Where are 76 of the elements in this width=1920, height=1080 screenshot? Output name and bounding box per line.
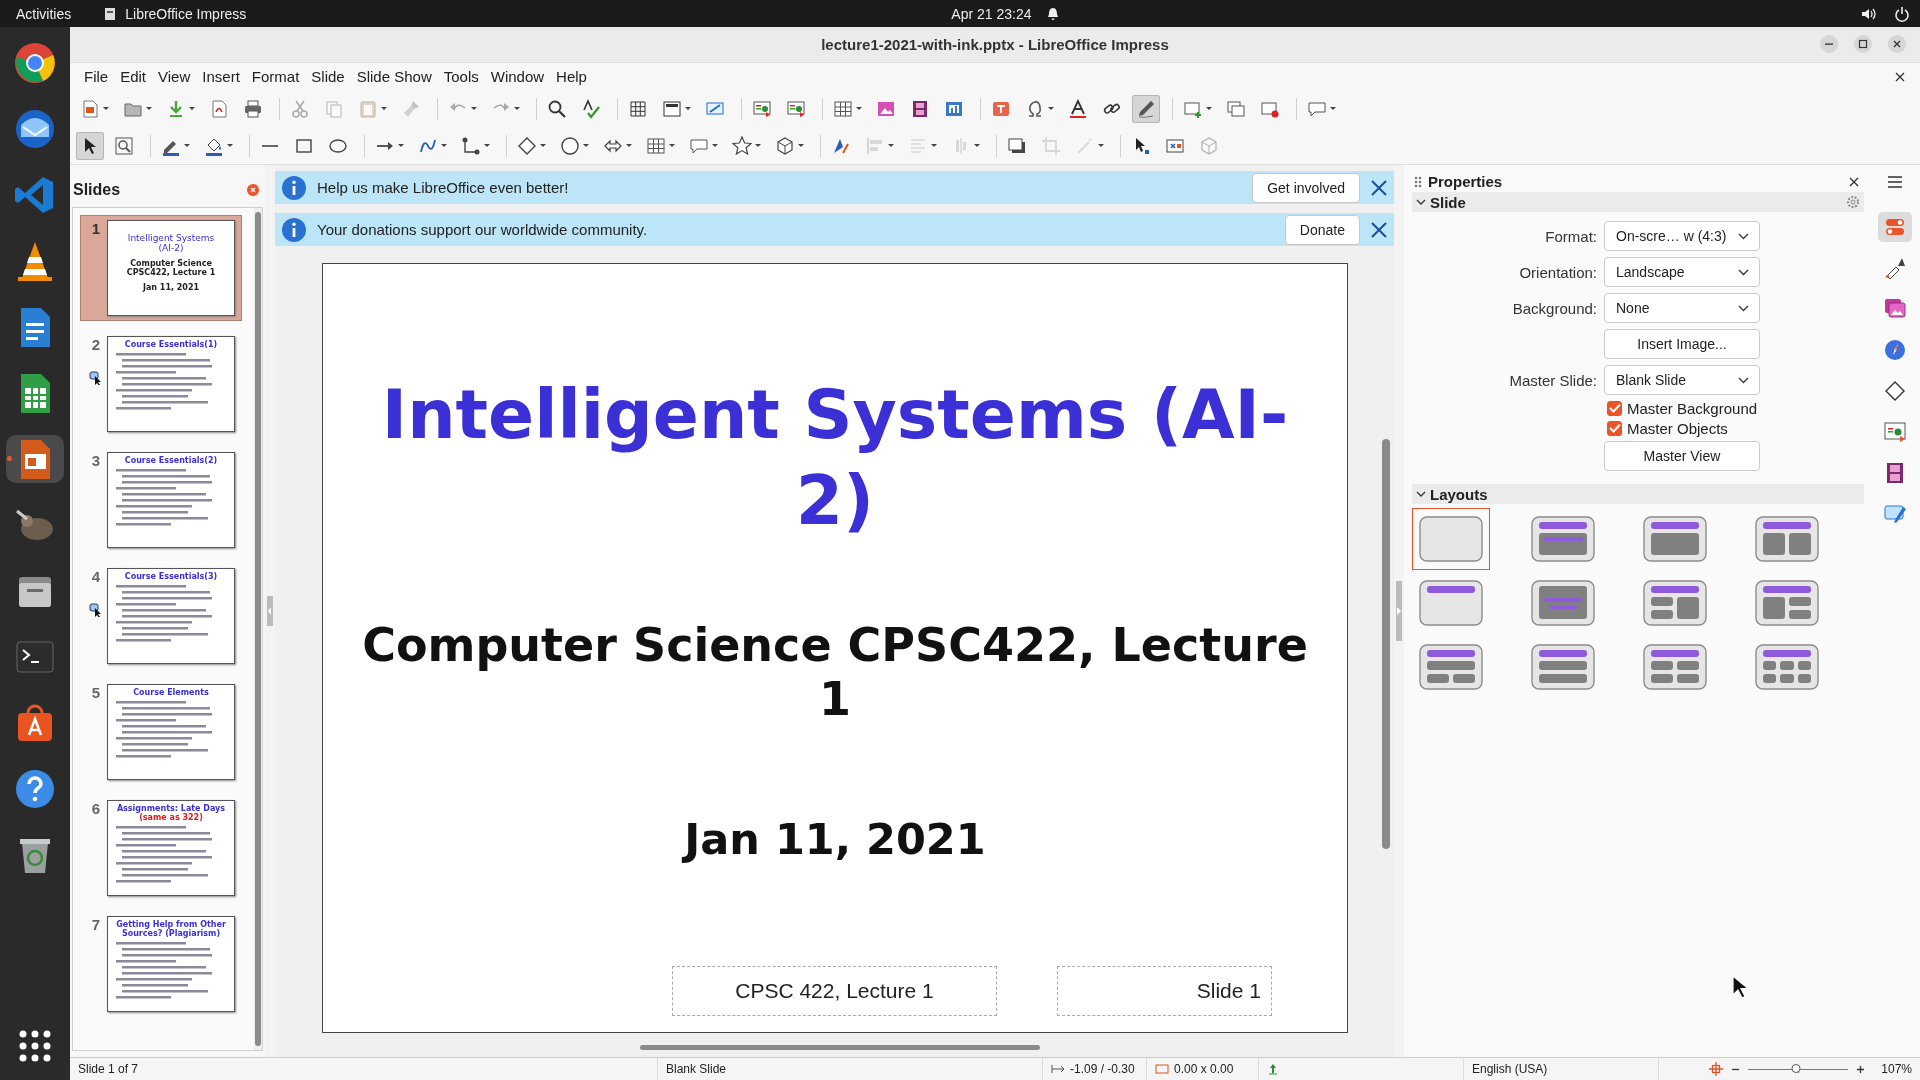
slide-number: 4 (91, 568, 101, 585)
menu-item[interactable]: Format (245, 65, 306, 88)
slide-thumbnail[interactable]: Course Elements (107, 684, 235, 780)
sidebar-button[interactable]: Insert Image... (1604, 329, 1760, 359)
thumbnail-subtitle: Computer Science CPSC422, Lecture 1 (125, 259, 217, 277)
thumbnail-title: Course Essentials(1) (124, 341, 218, 350)
slide-list-item[interactable]: 1 Intelligent Systems (AI-2) Computer Science CPSC422, Lecture 1 Jan 11, 2021 (81, 216, 241, 320)
slide-list-item[interactable]: 5 Course Elements (81, 680, 241, 784)
status-text: Slide 1 of 7 (70, 1058, 658, 1080)
info-message: Help us make LibreOffice even better! (317, 179, 570, 196)
footer-placeholder[interactable]: CPSC 422, Lecture 1 (672, 966, 997, 1016)
menu-item[interactable]: Tools (437, 65, 485, 88)
slide-number-placeholder[interactable]: Slide 1 (1057, 966, 1272, 1016)
field-label: Master Slide: (1509, 371, 1597, 389)
info-message: Your donations support our worldwide community. (317, 221, 649, 238)
slide-thumbnail[interactable]: Course Essentials(2) (107, 452, 235, 548)
field-label: Background: (1512, 299, 1597, 317)
slide-thumbnail[interactable]: Course Essentials(1) (107, 336, 235, 432)
thumbnail-title: Getting Help from Other Sources? (Plagiarism) (115, 921, 227, 939)
checkbox-label: Master Objects (1627, 419, 1728, 437)
slide-thumbnail[interactable]: Course Essentials(3) (107, 568, 235, 664)
slide-list-item[interactable]: 2 Course Essentials(1) (81, 332, 241, 436)
slide-number: 3 (91, 452, 101, 469)
menu-item[interactable]: View (152, 65, 197, 88)
panel-title: Slides (73, 181, 121, 199)
slide-list-item[interactable]: 3 Course Essentials(2) (81, 448, 241, 552)
slide-list-item[interactable]: 4 Course Essentials(3) (81, 564, 241, 668)
slide-number: 7 (91, 916, 101, 933)
field-label: Orientation: (1519, 263, 1597, 281)
section-title: Layouts (1430, 485, 1489, 503)
app-name[interactable]: LibreOffice Impress (125, 5, 247, 22)
slide-number: 6 (91, 800, 101, 817)
slide-thumbnail[interactable]: Assignments: Late Days (same as 322) (107, 800, 235, 896)
slide-number: 1 (91, 220, 101, 237)
info-button[interactable]: Donate (1284, 214, 1360, 245)
info-button[interactable]: Get involved (1252, 172, 1360, 203)
status-text: English (USA) (1464, 1058, 1659, 1080)
slide-number: 2 (91, 336, 101, 353)
menu-item[interactable]: Slide (305, 65, 351, 88)
slide-title[interactable]: Intelligent Systems (AI-2) (365, 372, 1305, 544)
field-label: Format: (1545, 227, 1597, 245)
slide-thumbnail[interactable]: Intelligent Systems (AI-2) Computer Science CPSC422, Lecture 1 Jan 11, 2021 (107, 220, 235, 316)
thumbnail-title: Assignments: Late Days (same as 322) (115, 805, 227, 823)
slide-list-item[interactable]: 7 Getting Help from Other Sources? (Plagiarism) (81, 912, 241, 1016)
thumbnail-title: Intelligent Systems (AI-2) (126, 233, 216, 253)
menu-item[interactable]: Help (550, 65, 593, 88)
section-header[interactable]: Layouts (1412, 484, 1864, 504)
thumbnail-date: Jan 11, 2021 (142, 283, 200, 292)
section-title: Slide (1430, 193, 1467, 211)
clock[interactable]: Apr 21 23:24 (951, 5, 1032, 22)
menu-item[interactable]: File (78, 65, 115, 88)
checkbox-label: Master Background (1627, 399, 1758, 417)
menu-item[interactable]: Slide Show (350, 65, 438, 88)
status-text: 0.00 x 0.00 (1174, 1062, 1234, 1076)
panel-title: Properties (1428, 173, 1504, 190)
slide-list-item[interactable]: 6 Assignments: Late Days (same as 322) (81, 796, 241, 900)
status-text: -1.09 / -0.30 (1070, 1062, 1135, 1076)
thumbnail-title: Course Essentials(2) (124, 457, 218, 466)
menu-item[interactable]: Window (484, 65, 551, 88)
zoom-level: 107% (1881, 1062, 1912, 1076)
window-title: lecture1-2021-with-ink.pptx - LibreOffice Impress (821, 36, 1169, 53)
dropdown[interactable]: On-scre… w (4:3) (1604, 221, 1760, 251)
status-text: Blank Slide (658, 1058, 1043, 1080)
sidebar-button[interactable]: Master View (1604, 441, 1760, 471)
slide-thumbnail[interactable]: Getting Help from Other Sources? (Plagiarism) (107, 916, 235, 1012)
thumbnail-title: Course Elements (133, 689, 209, 698)
dropdown[interactable]: Blank Slide (1604, 365, 1760, 395)
slide-subtitle[interactable]: Computer Science CPSC422, Lecture 1 (360, 618, 1310, 726)
section-header[interactable]: Slide (1412, 192, 1864, 212)
slide-number: 5 (91, 684, 101, 701)
dropdown[interactable]: Landscape (1604, 257, 1760, 287)
thumbnail-title: Course Essentials(3) (124, 573, 218, 582)
activities-button[interactable]: Activities (16, 5, 72, 22)
menu-item[interactable]: Insert (196, 65, 246, 88)
menu-item[interactable]: Edit (114, 65, 153, 88)
dropdown[interactable]: None (1604, 293, 1760, 323)
